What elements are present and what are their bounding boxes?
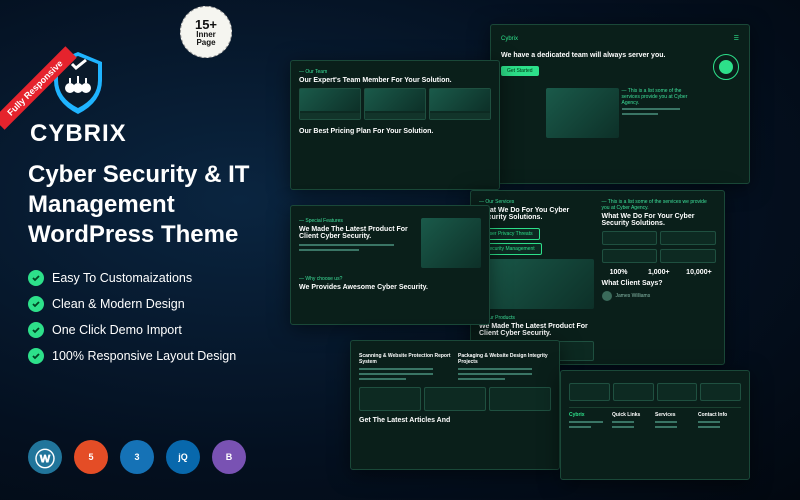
shot-sub: — Our Team xyxy=(299,69,491,75)
feature-label: Clean & Modern Design xyxy=(52,297,185,311)
shot-title: What We Do For You Cyber Security Soluti… xyxy=(479,207,594,221)
wordpress-icon: ⓦ xyxy=(28,440,62,474)
stat: 10,000+ xyxy=(682,269,716,276)
shot-title: Our Best Pricing Plan For Your Solution. xyxy=(299,128,491,135)
col-head: Scanning & Website Protection Report Sys… xyxy=(359,353,452,365)
stat: 1,000+ xyxy=(642,269,676,276)
screenshot-cols: Scanning & Website Protection Report Sys… xyxy=(350,340,560,470)
shot-title: We Provides Awesome Cyber Security. xyxy=(299,284,481,291)
feature-item: Clean & Modern Design xyxy=(28,296,288,312)
shot-hero-title: We have a dedicated team will always ser… xyxy=(501,52,705,59)
shot-sub: — Our Products xyxy=(479,315,594,321)
shot-title: What Client Says? xyxy=(602,280,717,287)
feature-label: Easy To Customaizations xyxy=(52,271,192,285)
pages-count-badge: 15+ Inner Page xyxy=(180,6,232,58)
feature-item: Easy To Customaizations xyxy=(28,270,288,286)
client-name: James Williams xyxy=(616,293,651,299)
foot-brand: Cybrix xyxy=(569,412,612,418)
shot-title: We Made The Latest Product For Client Cy… xyxy=(479,323,594,337)
shot-title: We Made The Latest Product For Client Cy… xyxy=(299,226,418,240)
shot-brand: Cybrix xyxy=(501,36,518,42)
css3-icon: 3 xyxy=(120,440,154,474)
foot-col: Quick Links xyxy=(612,412,655,418)
feature-item: One Click Demo Import xyxy=(28,322,288,338)
bootstrap-icon: B xyxy=(212,440,246,474)
screenshot-services: — Our Services What We Do For You Cyber … xyxy=(470,190,725,365)
jquery-icon: jQ xyxy=(166,440,200,474)
stat: 100% xyxy=(602,269,636,276)
pages-label2: Page xyxy=(196,39,215,47)
shot-title: Get The Latest Articles And xyxy=(359,417,551,424)
shot-title: What We Do For Your Cyber Security Solut… xyxy=(602,213,717,227)
col-head: Packaging & Website Design Integrity Pro… xyxy=(458,353,551,365)
screenshot-hero: Cybrix☰ We have a dedicated team will al… xyxy=(490,24,750,184)
brand-logo: CYBRIX xyxy=(30,50,127,148)
check-icon xyxy=(28,296,44,312)
check-icon xyxy=(28,348,44,364)
feature-list: Easy To Customaizations Clean & Modern D… xyxy=(28,270,288,374)
shot-title: Our Expert's Team Member For Your Soluti… xyxy=(299,77,491,84)
foot-col: Contact Info xyxy=(698,412,741,418)
shot-sub: — Why choose us? xyxy=(299,276,481,282)
check-icon xyxy=(28,322,44,338)
feature-label: One Click Demo Import xyxy=(52,323,182,337)
screenshots-collage: Cybrix☰ We have a dedicated team will al… xyxy=(280,10,790,490)
html5-icon: 5 xyxy=(74,440,108,474)
shot-sub: — This is a list some of the services pr… xyxy=(622,88,695,106)
screenshot-team: — Our Team Our Expert's Team Member For … xyxy=(290,60,500,190)
lock-shield-icon xyxy=(713,54,739,80)
brand-name: CYBRIX xyxy=(30,120,127,148)
shot-sub: — Special Features xyxy=(299,218,418,224)
feature-label: 100% Responsive Layout Design xyxy=(52,349,236,363)
page-title: Cyber Security & IT Management WordPress… xyxy=(28,160,268,250)
shot-button: Get Started xyxy=(501,66,539,76)
tech-icons: ⓦ 5 3 jQ B xyxy=(28,440,246,474)
pages-count: 15+ xyxy=(195,18,217,31)
shot-sub: — Our Services xyxy=(479,199,594,205)
shot-sub: — This is a list some of the services we… xyxy=(602,199,717,211)
check-icon xyxy=(28,270,44,286)
feature-item: 100% Responsive Layout Design xyxy=(28,348,288,364)
screenshot-footer: Cybrix Quick Links Services Contact Info xyxy=(560,370,750,480)
screenshot-features: — Special Features We Made The Latest Pro… xyxy=(290,205,490,325)
foot-col: Services xyxy=(655,412,698,418)
